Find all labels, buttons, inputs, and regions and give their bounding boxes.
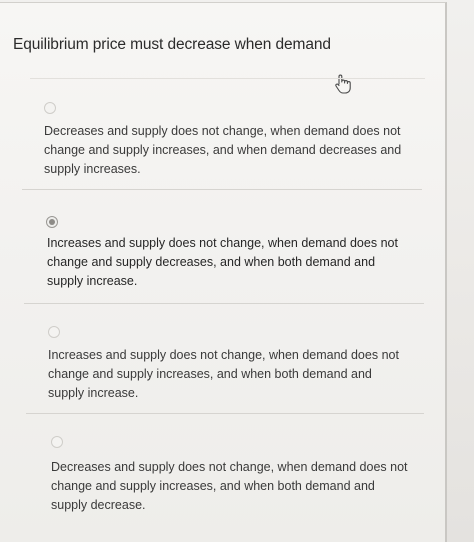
option-2-label: Increases and supply does not change, wh… [47,236,398,288]
radio-button-option-4[interactable] [51,436,63,448]
radio-button-option-1[interactable] [44,102,56,114]
separator [24,303,424,304]
separator [22,189,422,190]
radio-button-option-3[interactable] [48,326,60,338]
hand-pointer-icon [333,73,353,95]
radio-button-option-2-selected[interactable] [46,216,58,228]
question-text: Equilibrium price must decrease when dem… [13,36,331,53]
separator [30,78,425,79]
option-3-label: Increases and supply does not change, wh… [48,348,399,400]
option-4-label: Decreases and supply does not change, wh… [51,460,408,512]
option-1-label: Decreases and supply does not change, wh… [44,124,402,176]
question-card: Equilibrium price must decrease when dem… [0,2,447,542]
separator [26,413,424,414]
screen: Equilibrium price must decrease when dem… [0,0,474,542]
